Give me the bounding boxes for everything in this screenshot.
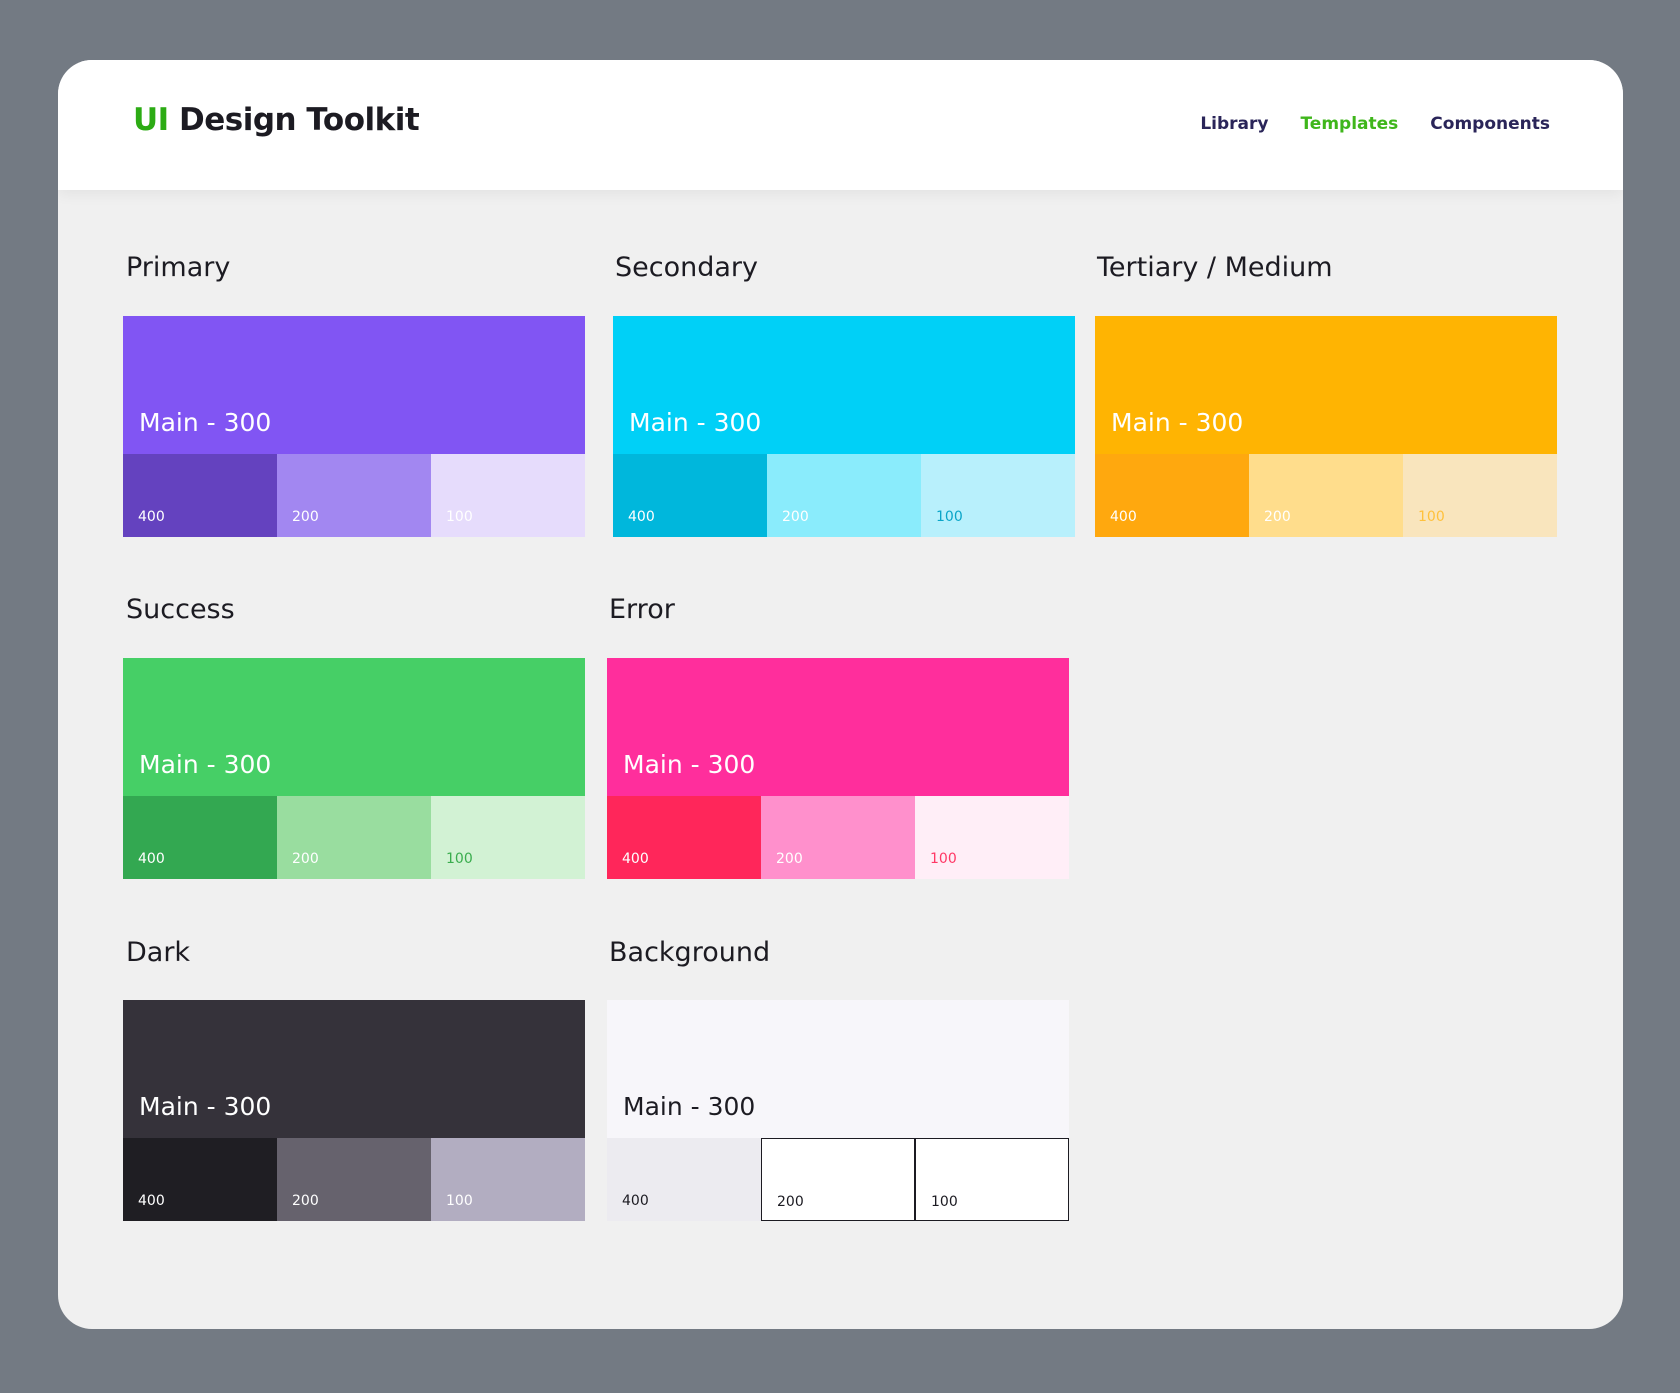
tint-label: 100 [930, 851, 957, 867]
tint-swatch-success-200[interactable]: 200 [277, 796, 431, 879]
palette-dark: Main - 300 400 200 100 [123, 1000, 585, 1221]
nav-library[interactable]: Library [1200, 114, 1268, 134]
tint-label: 100 [931, 1194, 958, 1210]
tint-swatch-background-400[interactable]: 400 [607, 1138, 761, 1221]
tint-label: 200 [777, 1194, 804, 1210]
nav-templates[interactable]: Templates [1300, 114, 1398, 134]
main-swatch-label: Main - 300 [1111, 408, 1244, 437]
tint-label: 400 [138, 509, 165, 525]
tint-swatch-tertiary-400[interactable]: 400 [1095, 454, 1249, 537]
section-title-dark: Dark [126, 937, 191, 968]
tint-swatch-error-400[interactable]: 400 [607, 796, 761, 879]
palette-tertiary: Main - 300 400 200 100 [1095, 316, 1557, 537]
tint-swatch-background-100[interactable]: 100 [915, 1138, 1069, 1221]
tint-label: 100 [446, 851, 473, 867]
tint-label: 400 [622, 1193, 649, 1209]
tint-swatch-primary-400[interactable]: 400 [123, 454, 277, 537]
section-title-tertiary: Tertiary / Medium [1097, 252, 1333, 283]
nav-components[interactable]: Components [1430, 114, 1550, 134]
tint-swatch-success-400[interactable]: 400 [123, 796, 277, 879]
section-title-success: Success [126, 594, 235, 625]
main-swatch-label: Main - 300 [139, 408, 272, 437]
palette-error: Main - 300 400 200 100 [607, 658, 1069, 879]
section-title-error: Error [609, 594, 675, 625]
tint-swatch-error-200[interactable]: 200 [761, 796, 915, 879]
tint-label: 100 [1418, 509, 1445, 525]
main-swatch-dark[interactable]: Main - 300 [123, 1000, 585, 1138]
main-swatch-background[interactable]: Main - 300 [607, 1000, 1069, 1138]
main-swatch-label: Main - 300 [623, 1092, 756, 1121]
tint-label: 400 [628, 509, 655, 525]
main-swatch-label: Main - 300 [139, 1092, 272, 1121]
tint-label: 100 [446, 1193, 473, 1209]
top-nav: Library Templates Components [1200, 114, 1550, 134]
tint-label: 200 [782, 509, 809, 525]
header: UI Design Toolkit Library Templates Comp… [58, 60, 1623, 190]
tint-label: 200 [292, 851, 319, 867]
tint-label: 400 [1110, 509, 1137, 525]
tint-swatch-primary-200[interactable]: 200 [277, 454, 431, 537]
tint-swatch-background-200[interactable]: 200 [761, 1138, 915, 1221]
logo-accent: UI [133, 102, 169, 138]
tint-label: 400 [138, 851, 165, 867]
main-swatch-tertiary[interactable]: Main - 300 [1095, 316, 1557, 454]
tint-swatch-error-100[interactable]: 100 [915, 796, 1069, 879]
tint-swatch-dark-100[interactable]: 100 [431, 1138, 585, 1221]
tint-swatch-tertiary-200[interactable]: 200 [1249, 454, 1403, 537]
palette-primary: Main - 300 400 200 100 [123, 316, 585, 537]
section-title-primary: Primary [126, 252, 231, 283]
tint-swatch-secondary-200[interactable]: 200 [767, 454, 921, 537]
palette-background: Main - 300 400 200 100 [607, 1000, 1069, 1221]
tint-label: 200 [292, 1193, 319, 1209]
palette-secondary: Main - 300 400 200 100 [613, 316, 1075, 537]
main-swatch-success[interactable]: Main - 300 [123, 658, 585, 796]
tint-label: 200 [1264, 509, 1291, 525]
tint-swatch-success-100[interactable]: 100 [431, 796, 585, 879]
tint-swatch-secondary-400[interactable]: 400 [613, 454, 767, 537]
main-swatch-error[interactable]: Main - 300 [607, 658, 1069, 796]
main-swatch-label: Main - 300 [623, 750, 756, 779]
main-swatch-secondary[interactable]: Main - 300 [613, 316, 1075, 454]
tint-label: 400 [622, 851, 649, 867]
section-title-background: Background [609, 937, 771, 968]
tint-swatch-dark-400[interactable]: 400 [123, 1138, 277, 1221]
main-swatch-label: Main - 300 [629, 408, 762, 437]
tint-label: 400 [138, 1193, 165, 1209]
tint-swatch-dark-200[interactable]: 200 [277, 1138, 431, 1221]
logo[interactable]: UI Design Toolkit [133, 102, 420, 138]
tint-swatch-tertiary-100[interactable]: 100 [1403, 454, 1557, 537]
logo-text: Design Toolkit [168, 102, 420, 138]
tint-label: 100 [936, 509, 963, 525]
tint-swatch-primary-100[interactable]: 100 [431, 454, 585, 537]
tint-swatch-secondary-100[interactable]: 100 [921, 454, 1075, 537]
main-swatch-primary[interactable]: Main - 300 [123, 316, 585, 454]
tint-label: 200 [292, 509, 319, 525]
tint-label: 100 [446, 509, 473, 525]
section-title-secondary: Secondary [615, 252, 758, 283]
palette-success: Main - 300 400 200 100 [123, 658, 585, 879]
tint-label: 200 [776, 851, 803, 867]
main-swatch-label: Main - 300 [139, 750, 272, 779]
main-card: UI Design Toolkit Library Templates Comp… [58, 60, 1623, 1329]
